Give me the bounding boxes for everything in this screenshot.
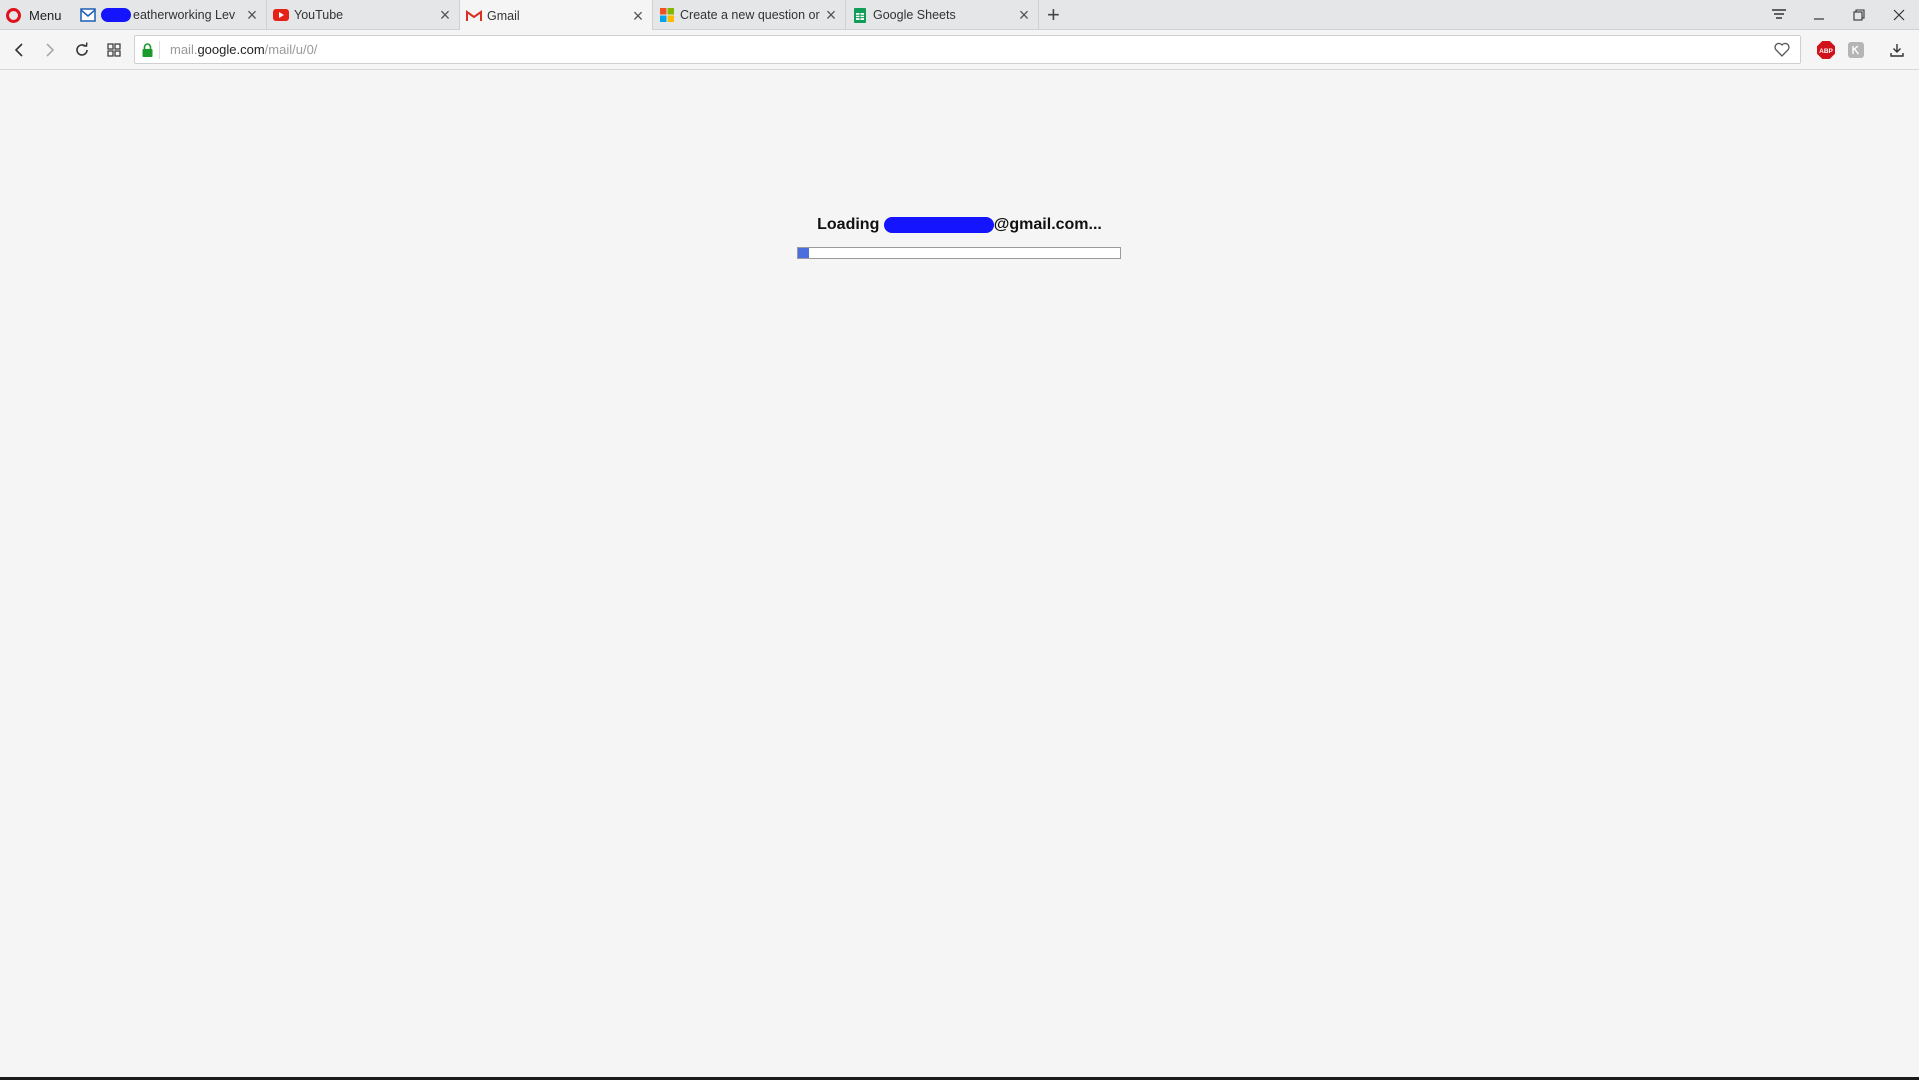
navigation-toolbar: mail. google.com/mail/u/0/ ABP bbox=[0, 30, 1919, 70]
lock-icon bbox=[135, 42, 159, 57]
youtube-icon bbox=[273, 7, 289, 23]
close-tab-icon[interactable]: × bbox=[823, 6, 839, 24]
address-bar[interactable]: mail. google.com/mail/u/0/ bbox=[134, 35, 1801, 64]
tab-title: Create a new question or bbox=[680, 8, 820, 22]
close-window-icon[interactable] bbox=[1879, 0, 1919, 30]
tab-leatherworking[interactable]: eatherworking Lev × bbox=[74, 0, 267, 30]
downloads-icon[interactable] bbox=[1886, 39, 1908, 61]
tab-youtube[interactable]: YouTube × bbox=[267, 0, 460, 30]
tab-strip: Menu eatherworking Lev × YouTube × Gmail… bbox=[0, 0, 1919, 31]
progress-fill bbox=[798, 248, 810, 258]
forward-icon[interactable] bbox=[38, 38, 62, 62]
close-tab-icon[interactable]: × bbox=[244, 6, 260, 24]
tab-menu-icon[interactable] bbox=[1759, 0, 1799, 30]
mail-icon bbox=[80, 7, 96, 23]
new-tab-button[interactable]: + bbox=[1047, 3, 1060, 27]
url-path: /mail/u/0/ bbox=[264, 42, 318, 57]
reload-icon[interactable] bbox=[70, 38, 94, 62]
minimize-icon[interactable] bbox=[1799, 0, 1839, 30]
tab-microsoft-question[interactable]: Create a new question or × bbox=[653, 0, 846, 30]
redaction-mark bbox=[101, 8, 131, 22]
sheets-icon bbox=[852, 7, 868, 23]
speed-dial-icon[interactable] bbox=[102, 38, 126, 62]
loading-email-suffix: @gmail.com... bbox=[993, 216, 1102, 233]
back-icon[interactable] bbox=[7, 38, 31, 62]
tab-google-sheets[interactable]: Google Sheets × bbox=[846, 0, 1039, 30]
adblock-plus-icon[interactable]: ABP bbox=[1815, 39, 1837, 61]
menu-label: Menu bbox=[29, 7, 62, 23]
loading-prefix: Loading bbox=[817, 216, 880, 233]
svg-text:ABP: ABP bbox=[1819, 48, 1833, 55]
tab-title: YouTube bbox=[294, 8, 344, 22]
loading-progress-bar bbox=[797, 247, 1121, 259]
tab-title: Google Sheets bbox=[873, 8, 956, 22]
opera-menu-button[interactable]: Menu bbox=[6, 0, 70, 30]
microsoft-icon bbox=[659, 7, 675, 23]
redaction-mark bbox=[883, 216, 994, 233]
loading-message: Loading @gmail.com... bbox=[0, 216, 1919, 234]
close-tab-icon[interactable]: × bbox=[437, 6, 453, 24]
tab-title: eatherworking Lev bbox=[133, 8, 236, 22]
restore-icon[interactable] bbox=[1839, 0, 1879, 30]
tab-gmail[interactable]: Gmail × bbox=[460, 0, 653, 31]
url-host-prefix: mail. bbox=[170, 42, 198, 57]
close-tab-icon[interactable]: × bbox=[1016, 6, 1032, 24]
bookmark-heart-icon[interactable] bbox=[1774, 42, 1790, 60]
url-host-main: google.com bbox=[197, 42, 265, 57]
opera-logo-icon bbox=[6, 7, 21, 23]
close-tab-icon[interactable]: × bbox=[630, 7, 646, 25]
extension-icon[interactable] bbox=[1845, 39, 1867, 61]
tab-title: Gmail bbox=[487, 8, 520, 23]
gmail-icon bbox=[466, 8, 482, 24]
